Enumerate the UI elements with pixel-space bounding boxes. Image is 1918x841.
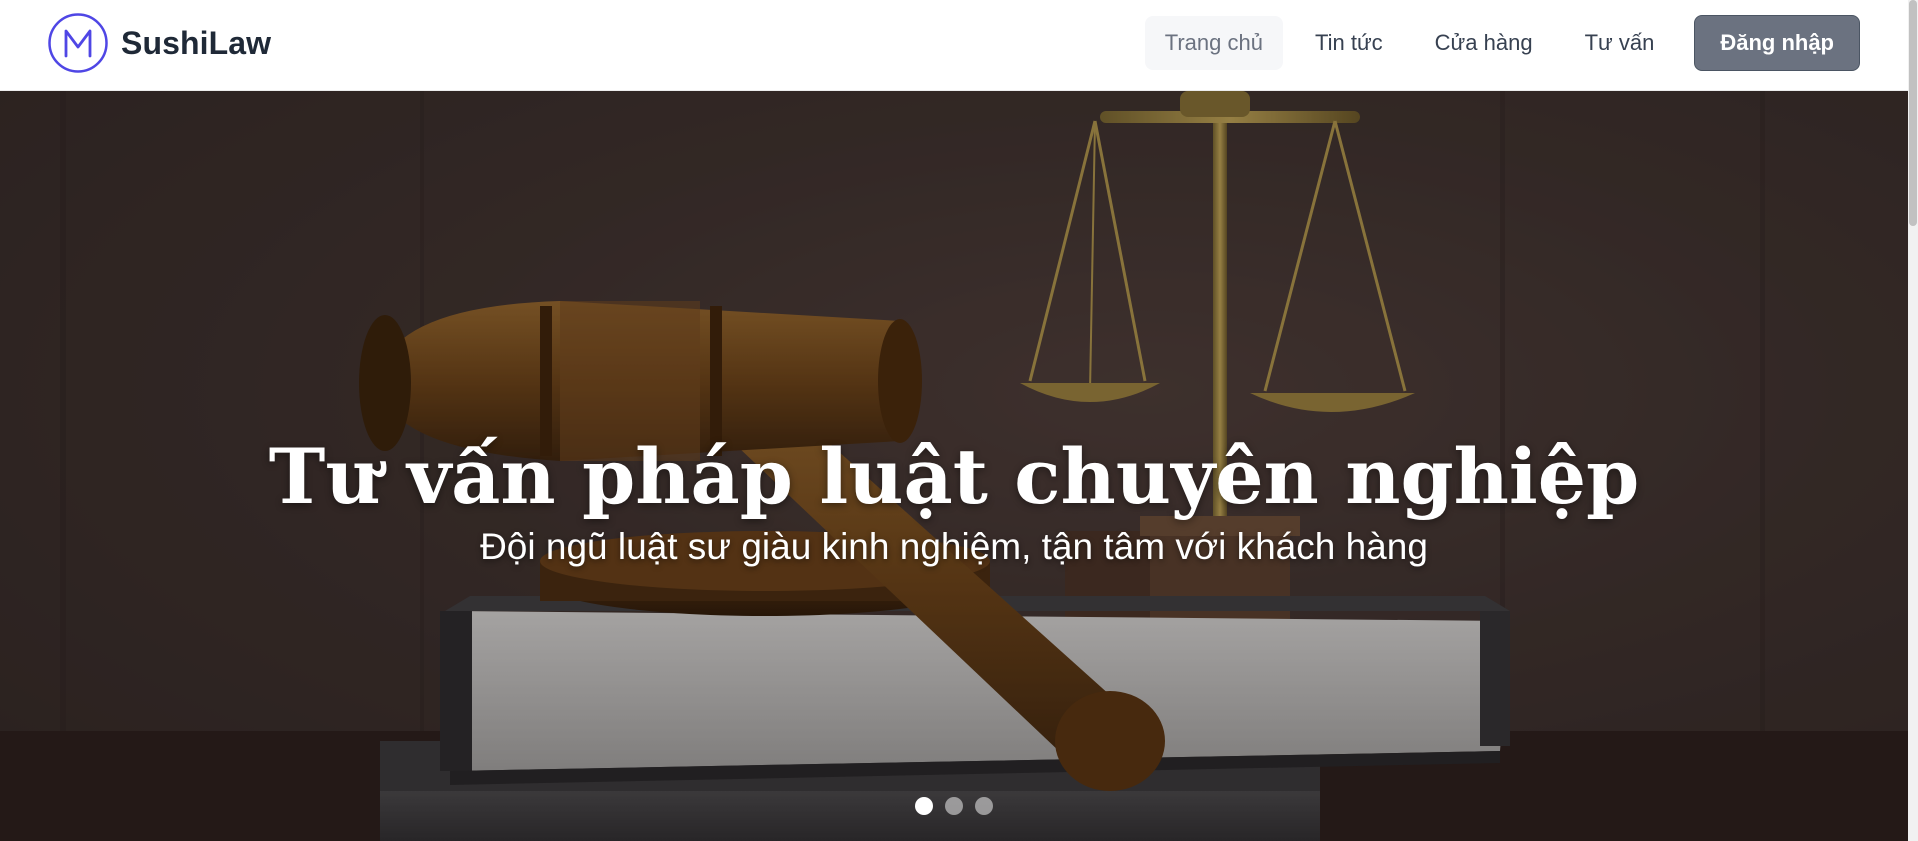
hero-title: Tư vấn pháp luật chuyên nghiệp xyxy=(268,431,1640,521)
site-header: SushiLaw Trang chủ Tin tức Cửa hàng Tư v… xyxy=(0,0,1908,91)
brand-name: SushiLaw xyxy=(121,24,272,61)
m-circle-logo-icon xyxy=(48,13,108,73)
hero-subtitle: Đội ngũ luật sư giàu kinh nghiệm, tận tâ… xyxy=(480,526,1428,567)
nav-item-trang-chu[interactable]: Trang chủ xyxy=(1144,16,1283,70)
carousel-dot-3[interactable] xyxy=(975,797,993,815)
vertical-scrollbar[interactable] xyxy=(1908,0,1918,841)
nav-item-cua-hang[interactable]: Cửa hàng xyxy=(1415,16,1553,70)
main-nav: Trang chủ Tin tức Cửa hàng Tư vấn Đăng n… xyxy=(1144,15,1860,71)
carousel-dot-1[interactable] xyxy=(915,797,933,815)
nav-item-tin-tuc[interactable]: Tin tức xyxy=(1295,16,1403,70)
hero-carousel: Tư vấn pháp luật chuyên nghiệp Đội ngũ l… xyxy=(0,91,1908,841)
page: SushiLaw Trang chủ Tin tức Cửa hàng Tư v… xyxy=(0,0,1908,841)
scrollbar-thumb[interactable] xyxy=(1909,0,1917,226)
login-button[interactable]: Đăng nhập xyxy=(1694,15,1860,71)
carousel-dot-2[interactable] xyxy=(945,797,963,815)
carousel-indicators xyxy=(0,797,1908,815)
brand[interactable]: SushiLaw xyxy=(47,12,271,74)
nav-item-tu-van[interactable]: Tư vấn xyxy=(1565,16,1675,70)
